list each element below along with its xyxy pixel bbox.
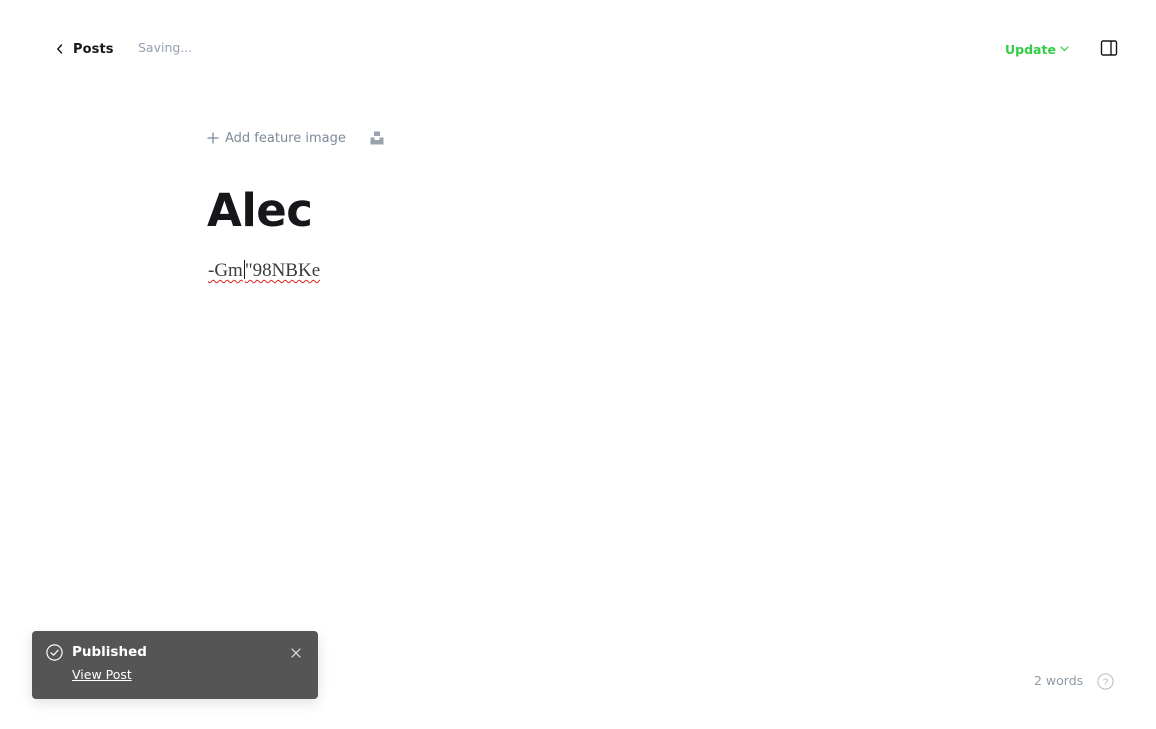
save-status: Saving... <box>138 40 193 55</box>
body-text-segment: "98NBKe <box>244 260 321 281</box>
question-circle-icon[interactable]: ? <box>1097 673 1114 690</box>
feature-image-controls: Add feature image <box>207 128 384 148</box>
post-editor: Posts Saving... Update Add feature image… <box>0 0 1156 729</box>
view-post-link[interactable]: View Post <box>72 667 132 682</box>
update-label: Update <box>1005 41 1056 57</box>
check-circle-icon <box>46 644 63 661</box>
word-count: 2 words <box>1034 673 1084 688</box>
update-button[interactable]: Update <box>1005 39 1069 59</box>
back-to-posts-link[interactable]: Posts <box>56 39 114 59</box>
chevron-down-icon <box>1060 46 1069 52</box>
close-icon[interactable] <box>290 647 302 659</box>
chevron-left-icon <box>57 44 63 54</box>
published-toast: Published View Post <box>32 631 318 699</box>
add-feature-image-label: Add feature image <box>225 130 346 146</box>
body-text-segment: -Gm <box>208 260 243 281</box>
sidebar-panel-icon[interactable] <box>1100 39 1118 57</box>
toast-title: Published <box>72 644 147 660</box>
help-label: ? <box>1103 676 1109 688</box>
unsplash-icon[interactable] <box>370 131 384 145</box>
post-body-editor[interactable]: -Gm "98NBKe <box>208 258 320 284</box>
back-label: Posts <box>73 41 114 57</box>
post-title[interactable]: Alec <box>207 181 313 241</box>
plus-icon <box>207 132 219 144</box>
add-feature-image-button[interactable]: Add feature image <box>207 131 346 146</box>
